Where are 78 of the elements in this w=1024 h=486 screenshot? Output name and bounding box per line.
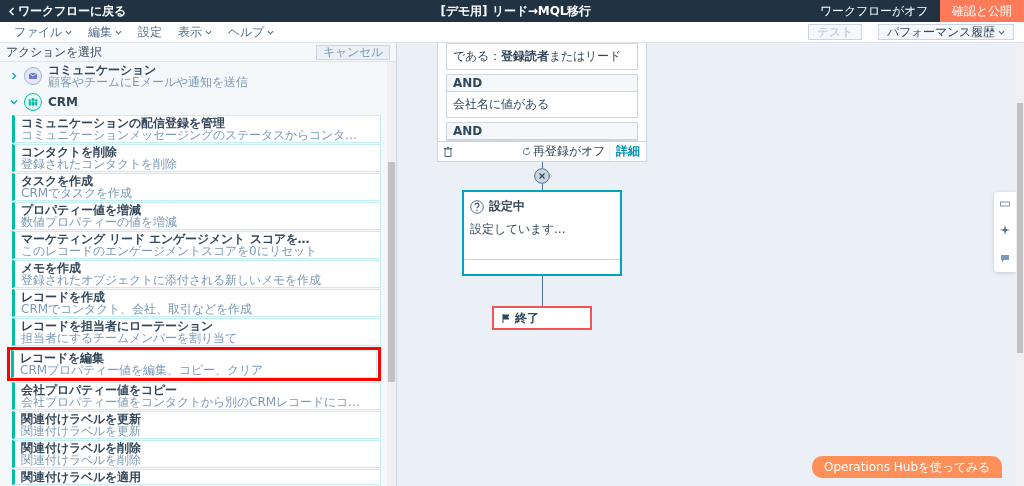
question-icon bbox=[470, 199, 484, 214]
details-link[interactable]: 詳細 bbox=[609, 142, 646, 161]
action-description: 数値プロパティーの値を増減 bbox=[21, 216, 178, 228]
action-item[interactable]: プロパティー値を増減 数値プロパティーの値を増減 bbox=[12, 202, 381, 230]
step-text: 設定しています... bbox=[469, 221, 567, 238]
toolbar-button[interactable]: パフォーマンス履歴 bbox=[878, 24, 1014, 40]
action-description: このレコードのエンゲージメントスコアを0にリセット bbox=[21, 245, 318, 257]
envelope-icon bbox=[24, 66, 42, 85]
chevron-right-icon[interactable] bbox=[10, 71, 18, 80]
scrollbar[interactable] bbox=[387, 62, 396, 486]
action-item[interactable]: 関連付けラベルを適用 bbox=[12, 469, 381, 485]
category-name[interactable]: コミュニケーション bbox=[48, 63, 248, 76]
end-step-card[interactable]: 終了 bbox=[492, 306, 592, 330]
action-description: 登録されたコンタクトを削除 bbox=[21, 158, 178, 170]
end-label: 終了 bbox=[515, 309, 539, 327]
action-title: メモを作成 bbox=[21, 262, 82, 274]
condition-text: 会社名に値がある bbox=[452, 96, 550, 113]
action-title: マーケティング リード エンゲージメント スコアを… bbox=[21, 233, 311, 245]
menu-item[interactable]: ヘルプ bbox=[228, 23, 274, 41]
action-title: 関連付けラベルを適用 bbox=[21, 471, 142, 483]
action-description: 担当者にするチームメンバーを割り当て bbox=[21, 332, 238, 344]
action-title: タスクを作成 bbox=[21, 175, 93, 187]
action-item[interactable]: レコードを編集 CRMプロパティー値を編集、コピー、クリア bbox=[11, 350, 377, 378]
action-item[interactable]: タスクを作成 CRMでタスクを作成 bbox=[12, 173, 381, 201]
action-title: コンタクトを削除 bbox=[21, 146, 118, 158]
menu-item[interactable]: 編集 bbox=[88, 23, 122, 41]
reenroll-status: 再登録がオフ bbox=[533, 143, 605, 160]
and-label: AND bbox=[447, 123, 637, 140]
back-link[interactable]: ワークフローに戻る bbox=[8, 2, 328, 20]
action-title: レコードを編集 bbox=[20, 352, 105, 364]
workflow-status: ワークフローがオフ bbox=[820, 2, 928, 20]
action-item[interactable]: マーケティング リード エンゲージメント スコアを… このレコードのエンゲージメントスコアを0にリセット bbox=[12, 231, 381, 259]
scrollbar[interactable] bbox=[1016, 43, 1024, 486]
action-description: 関連付けラベルを削除 bbox=[21, 454, 142, 466]
action-description: 登録されたオブジェクトに添付される新しいメモを作成 bbox=[21, 274, 322, 286]
chevron-down-icon[interactable] bbox=[10, 97, 18, 106]
action-title: レコードを担当者にローテーション bbox=[21, 320, 214, 332]
and-label: AND bbox=[447, 75, 637, 92]
action-item[interactable]: レコードを作成 CRMでコンタクト、会社、取引などを作成 bbox=[12, 289, 381, 317]
trash-icon[interactable] bbox=[444, 146, 452, 157]
category-name[interactable]: CRM bbox=[48, 95, 78, 108]
action-description: 会社プロパティー値をコンタクトから別のCRMレコードにコ… bbox=[21, 396, 362, 408]
condition-text: である：登録読者またはリード bbox=[452, 48, 622, 65]
action-title: コミュニケーションの配信登録を管理 bbox=[21, 117, 226, 129]
pending-step-card[interactable]: 設定中 設定しています... bbox=[462, 190, 622, 276]
menu-item[interactable]: ファイル bbox=[14, 23, 72, 41]
step-status: 設定中 bbox=[489, 198, 525, 215]
sparkle-icon[interactable] bbox=[1000, 225, 1010, 236]
action-title: レコードを作成 bbox=[21, 291, 106, 303]
action-item[interactable]: 関連付けラベルを削除 関連付けラベルを削除 bbox=[12, 440, 381, 468]
action-item[interactable]: コンタクトを削除 登録されたコンタクトを削除 bbox=[12, 144, 381, 172]
action-title: プロパティー値を増減 bbox=[21, 204, 142, 216]
action-title: 関連付けラベルを更新 bbox=[21, 413, 142, 425]
action-description: CRMでコンタクト、会社、取引などを作成 bbox=[21, 303, 254, 315]
category-description: 顧客やチームにEメールや通知を送信 bbox=[48, 75, 248, 88]
back-link-text[interactable]: ワークフローに戻る bbox=[18, 2, 126, 20]
chevron-left-icon bbox=[8, 6, 15, 16]
panel-title: アクションを選択 bbox=[6, 43, 102, 61]
action-item[interactable]: 関連付けラベルを更新 関連付けラベルを更新 bbox=[12, 411, 381, 439]
menu-item[interactable]: 設定 bbox=[138, 23, 162, 41]
action-description: CRMプロパティー値を編集、コピー、クリア bbox=[20, 364, 265, 376]
action-item[interactable]: レコードを担当者にローテーション 担当者にするチームメンバーを割り当て bbox=[12, 318, 381, 346]
action-item[interactable]: コミュニケーションの配信登録を管理 コミュニケーションメッセージングのステータスからコンタ… bbox=[12, 115, 381, 143]
chat-icon[interactable] bbox=[1000, 253, 1010, 263]
action-description: 関連付けラベルを更新 bbox=[21, 425, 142, 437]
action-item[interactable]: メモを作成 登録されたオブジェクトに添付される新しいメモを作成 bbox=[12, 260, 381, 288]
close-icon[interactable] bbox=[534, 168, 550, 184]
action-description: CRMでタスクを作成 bbox=[21, 187, 134, 199]
flag-icon bbox=[502, 313, 510, 323]
action-title: 関連付けラベルを削除 bbox=[21, 442, 142, 454]
people-icon bbox=[24, 92, 42, 111]
ruler-icon[interactable] bbox=[1000, 201, 1010, 208]
workflow-title: [デモ用] リード→MQL移行 bbox=[439, 2, 593, 20]
refresh-icon bbox=[522, 147, 531, 156]
menu-item[interactable]: 表示 bbox=[178, 23, 212, 41]
action-description: コミュニケーションメッセージングのステータスからコンタ… bbox=[21, 129, 358, 141]
action-title: 会社プロパティー値をコピー bbox=[21, 384, 178, 396]
action-item[interactable]: 会社プロパティー値をコピー 会社プロパティー値をコンタクトから別のCRMレコードにコ… bbox=[12, 382, 381, 410]
